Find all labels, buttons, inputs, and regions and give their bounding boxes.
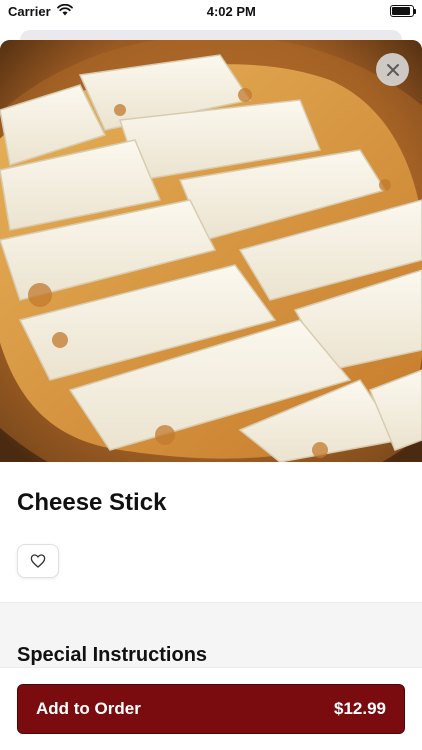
special-instructions-title: Special Instructions — [17, 644, 208, 666]
cheese-stick-photo — [0, 40, 422, 462]
status-bar: Carrier 4:02 PM — [0, 0, 422, 22]
wifi-icon — [56, 3, 73, 19]
carrier-label: Carrier — [8, 3, 51, 19]
battery-icon — [390, 5, 416, 17]
heart-icon — [30, 554, 46, 568]
add-to-order-label: Add to Order — [36, 699, 141, 718]
status-time: 4:02 PM — [206, 3, 256, 19]
item-title: Cheese Stick — [17, 489, 167, 516]
favorite-button[interactable] — [17, 544, 59, 578]
add-to-order-button[interactable]: Add to Order $12.99 — [17, 684, 405, 734]
item-price: $12.99 — [334, 699, 386, 718]
status-left: Carrier — [8, 3, 73, 19]
close-icon — [386, 63, 399, 76]
item-image — [0, 40, 422, 462]
close-button[interactable] — [376, 53, 409, 86]
